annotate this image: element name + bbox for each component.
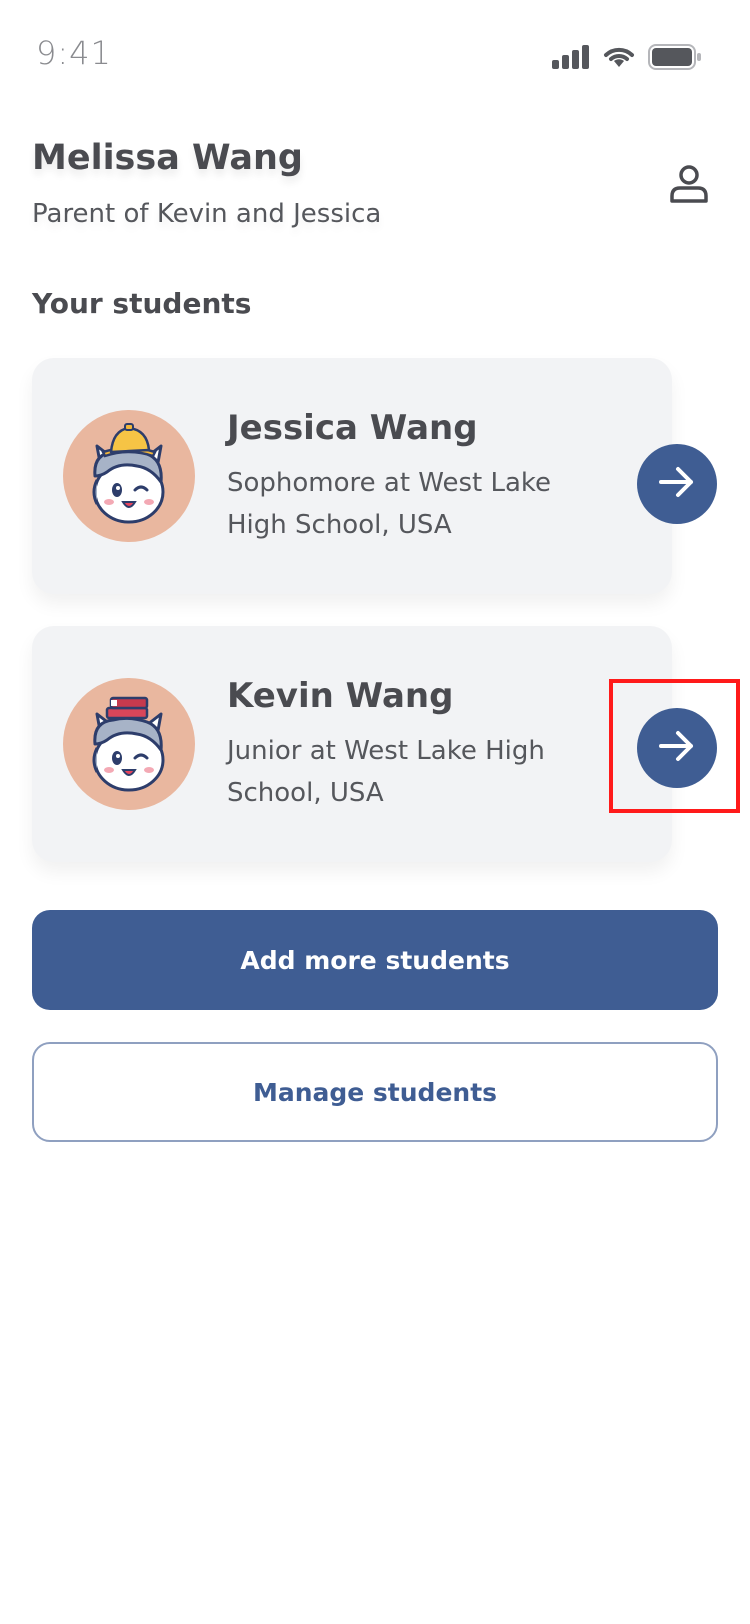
manage-students-button[interactable]: Manage students xyxy=(32,1042,718,1142)
status-icons xyxy=(552,44,702,74)
student-name: Kevin Wang xyxy=(227,676,454,716)
arrow-right-icon xyxy=(659,466,695,502)
unicorn-books-avatar xyxy=(63,678,195,810)
battery-icon xyxy=(648,44,702,74)
status-time: 9:41 xyxy=(36,34,112,72)
section-title: Your students xyxy=(32,287,252,320)
parent-subtitle: Parent of Kevin and Jessica xyxy=(32,199,382,229)
profile-button[interactable] xyxy=(666,162,712,210)
status-bar: 9:41 xyxy=(0,0,750,100)
unicorn-hat-avatar xyxy=(63,410,195,542)
parent-name: Melissa Wang xyxy=(32,138,303,178)
person-icon xyxy=(669,164,709,208)
cellular-signal-icon xyxy=(552,45,590,73)
student-description: Junior at West Lake High School, USA xyxy=(227,736,545,808)
wifi-icon xyxy=(602,45,636,73)
highlight-box xyxy=(609,679,740,813)
student-card-kevin[interactable]: Kevin Wang Junior at West Lake High Scho… xyxy=(32,626,672,862)
student-name: Jessica Wang xyxy=(227,408,478,448)
student-description: Sophomore at West Lake High School, USA xyxy=(227,468,552,540)
student-card-jessica[interactable]: Jessica Wang Sophomore at West Lake High… xyxy=(32,358,672,594)
add-more-students-button[interactable]: Add more students xyxy=(32,910,718,1010)
open-student-jessica-button[interactable] xyxy=(637,444,717,524)
